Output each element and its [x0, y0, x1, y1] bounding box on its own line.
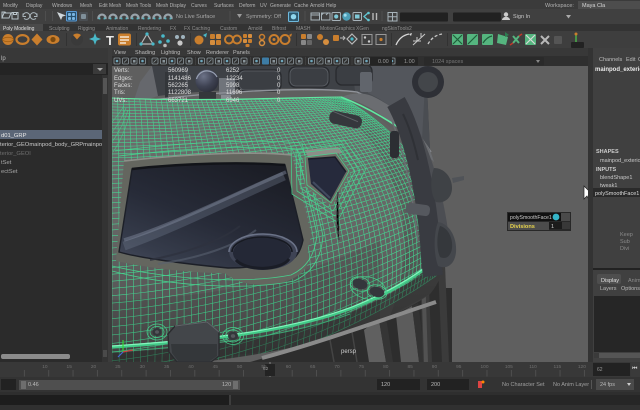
svg-text:T: T	[106, 33, 114, 48]
